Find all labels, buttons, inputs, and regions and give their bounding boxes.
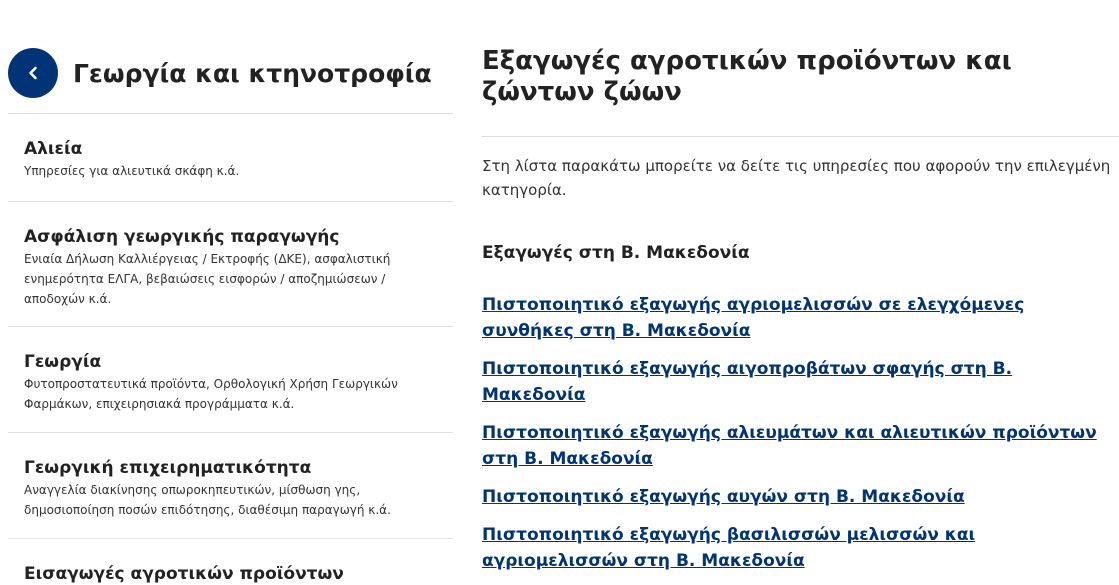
sidebar-item-title: Γεωργία xyxy=(24,352,102,372)
sidebar-item-description: Ενιαία Δήλωση Καλλιέργειας / Εκτροφής (Δ… xyxy=(24,252,391,306)
chevron-left-icon xyxy=(29,66,37,80)
section-heading: Εξαγωγές στη Β. Μακεδονία xyxy=(482,243,750,263)
service-link[interactable]: Πιστοποιητικό εξαγωγής αγριομελισσών σε … xyxy=(482,292,1107,344)
intro-text: Στη λίστα παρακάτω μπορείτε να δείτε τις… xyxy=(482,157,1111,199)
list-item: Πιστοποιητικό εξαγωγής βασιλισσών μελισσ… xyxy=(482,522,1119,574)
page-title: Εξαγωγές αγροτικών προϊόντων και ζώντων … xyxy=(482,46,1012,107)
sidebar-item-title: Ασφάλιση γεωργικής παραγωγής xyxy=(24,227,340,247)
sidebar-item-description: Υπηρεσίες για αλιευτικά σκάφη κ.ά. xyxy=(24,164,240,178)
sidebar-header: Γεωργία και κτηνοτροφία xyxy=(8,48,453,98)
sidebar-item-description: Φυτοπροστατευτικά προϊόντα, Ορθολογική Χ… xyxy=(24,377,398,411)
sidebar-item-title: Αλιεία xyxy=(24,139,83,159)
sidebar-item-agriculture[interactable]: Γεωργία Φυτοπροστατευτικά προϊόντα, Ορθο… xyxy=(8,327,453,433)
title-divider xyxy=(482,136,1119,137)
sidebar-item-agricultural-insurance[interactable]: Ασφάλιση γεωργικής παραγωγής Ενιαία Δήλω… xyxy=(8,202,453,327)
sidebar-item-agricultural-business[interactable]: Γεωργική επιχειρηματικότητα Αναγγελία δι… xyxy=(8,433,453,539)
list-item: Πιστοποιητικό εξαγωγής αυγών στη Β. Μακε… xyxy=(482,484,1119,510)
sidebar-item-title: Γεωργική επιχειρηματικότητα xyxy=(24,458,312,478)
sidebar-item-fishing[interactable]: Αλιεία Υπηρεσίες για αλιευτικά σκάφη κ.ά… xyxy=(8,114,453,202)
service-link-list: Πιστοποιητικό εξαγωγής αγριομελισσών σε … xyxy=(482,292,1119,585)
list-item: Πιστοποιητικό εξαγωγής αιγοπροβάτων σφαγ… xyxy=(482,356,1119,408)
back-button[interactable] xyxy=(8,48,58,98)
sidebar-item-agricultural-imports[interactable]: Εισαγωγές αγροτικών προϊόντων xyxy=(8,539,453,585)
list-item: Πιστοποιητικό εξαγωγής αγριομελισσών σε … xyxy=(482,292,1119,344)
main-content: Εξαγωγές αγροτικών προϊόντων και ζώντων … xyxy=(482,0,1119,585)
service-link[interactable]: Πιστοποιητικό εξαγωγής αιγοπροβάτων σφαγ… xyxy=(482,359,1012,405)
page: Γεωργία και κτηνοτροφία Αλιεία Υπηρεσίες… xyxy=(0,0,1119,585)
sidebar: Γεωργία και κτηνοτροφία Αλιεία Υπηρεσίες… xyxy=(8,0,453,585)
list-item: Πιστοποιητικό εξαγωγής αλιευμάτων και αλ… xyxy=(482,420,1119,472)
service-link[interactable]: Πιστοποιητικό εξαγωγής βασιλισσών μελισσ… xyxy=(482,522,1107,574)
service-link[interactable]: Πιστοποιητικό εξαγωγής αλιευμάτων και αλ… xyxy=(482,420,1107,472)
sidebar-title: Γεωργία και κτηνοτροφία xyxy=(73,58,432,88)
sidebar-item-description: Αναγγελία διακίνησης οπωροκηπευτικών, μί… xyxy=(24,483,391,517)
sidebar-item-title: Εισαγωγές αγροτικών προϊόντων xyxy=(24,564,344,584)
sidebar-category-list: Αλιεία Υπηρεσίες για αλιευτικά σκάφη κ.ά… xyxy=(8,113,453,585)
service-link[interactable]: Πιστοποιητικό εξαγωγής αυγών στη Β. Μακε… xyxy=(482,487,965,507)
